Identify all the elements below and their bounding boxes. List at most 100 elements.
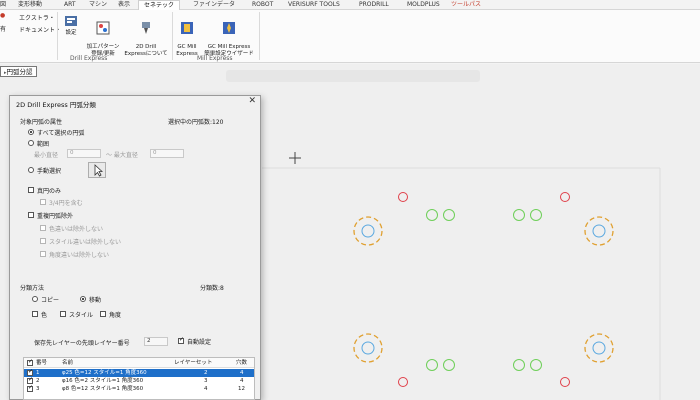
command-name: 円弧分認	[6, 68, 33, 76]
row-layer: 2	[204, 370, 208, 376]
chk-auto[interactable]	[178, 336, 184, 344]
radio-copy[interactable]	[32, 296, 38, 302]
manual-select-button[interactable]	[88, 162, 106, 178]
extra-menu[interactable]: エクストラ・	[19, 13, 55, 22]
radio-range[interactable]	[28, 140, 34, 146]
group-label-drill: Drill Express	[70, 55, 108, 62]
radio-move[interactable]	[80, 296, 86, 302]
row-checkbox[interactable]	[27, 384, 33, 392]
hole-circle	[426, 359, 438, 371]
close-icon[interactable]: ✕	[248, 96, 256, 106]
hole-circle	[398, 377, 408, 387]
ribbon-tab[interactable]: ROBOT	[252, 0, 273, 10]
separator	[259, 12, 260, 60]
document-menu[interactable]: ドキュメント・	[19, 25, 61, 34]
min-dia-field[interactable]: 0	[67, 149, 101, 158]
radio-manual-label: 手動選択	[37, 168, 62, 175]
pattern-register-button[interactable]: 加工パターン 登録/更新	[83, 14, 123, 58]
ribbon-tab[interactable]: ART	[64, 0, 76, 10]
row-name: φ16 色=2 スタイル=1 角度360	[62, 378, 144, 384]
hole-circle	[353, 333, 383, 363]
hole-circle	[353, 216, 383, 246]
ribbon-tab[interactable]: マシン	[89, 0, 107, 10]
ribbon-tab[interactable]: ツールパス	[451, 0, 481, 10]
chk-diff-angle[interactable]	[40, 251, 46, 257]
list-header: 番号 名前 レイヤーセット 穴数	[24, 358, 254, 368]
chk-select-all[interactable]	[27, 358, 33, 366]
layer-number-field[interactable]: 2	[144, 337, 168, 346]
hole-circle	[513, 359, 525, 371]
arc-classify-dialog: 2D Drill Express 円弧分類 ✕ 対象円弧の属性 選択中の円弧数:…	[9, 95, 261, 400]
chk-overlap-label: 重複円弧除外	[37, 213, 74, 220]
list-row[interactable]: 2 φ16 色=2 スタイル=1 角度360 3 4	[24, 376, 254, 385]
hole-circle	[443, 209, 455, 221]
chk-diff-color[interactable]	[40, 225, 46, 231]
radio-move-label: 移動	[89, 297, 102, 304]
drill-about-button[interactable]: 2D Drill Expressについて	[124, 14, 168, 58]
pointer-icon	[94, 164, 104, 177]
hole-circle	[584, 216, 614, 246]
chk-true-circle-label: 真円のみ	[37, 188, 62, 195]
ribbon-tab[interactable]: VERISURF TOOLS	[288, 0, 340, 10]
chk-three-quarter-label: 3/4円を含む	[49, 200, 83, 207]
hole-circle	[560, 192, 570, 202]
class-list[interactable]: 番号 名前 レイヤーセット 穴数 1 φ25 色=12 スタイル=1 角度360…	[23, 357, 255, 400]
chk-style-label: スタイル	[69, 312, 94, 319]
ribbon-tab[interactable]: PRODRILL	[359, 0, 389, 10]
chk-diff-style-label: スタイル違いは除外しない	[49, 239, 122, 246]
max-dia-field[interactable]: 0	[150, 149, 184, 158]
header-count: 穴数	[236, 360, 248, 366]
crosshair-icon	[289, 152, 301, 164]
hole-circle	[443, 359, 455, 371]
radio-range-label: 範囲	[37, 141, 50, 148]
list-row[interactable]: 1 φ25 色=12 スタイル=1 角度360 2 4	[24, 368, 254, 377]
mill-icon	[181, 22, 193, 34]
record-icon: ●	[0, 12, 6, 19]
settings-label: 設定	[65, 30, 77, 36]
row-no: 1	[36, 370, 40, 376]
ribbon-tab[interactable]: 変形移動	[18, 0, 42, 10]
row-count: 4	[240, 378, 244, 384]
group-label-mill: Mill Express	[197, 55, 233, 62]
chk-style[interactable]	[60, 311, 66, 317]
radio-all[interactable]	[28, 129, 34, 135]
section-target-label: 対象円弧の属性	[20, 119, 63, 126]
row-layer: 3	[204, 378, 208, 384]
hole-circle	[592, 224, 606, 238]
settings-button[interactable]: 設定	[60, 14, 82, 37]
row-no: 3	[36, 386, 40, 392]
ribbon-tab[interactable]: ファインデータ	[193, 0, 235, 10]
min-dia-label: 最小直径	[34, 152, 59, 159]
hole-circle	[530, 209, 542, 221]
chk-color[interactable]	[32, 311, 38, 317]
gc-mill-button[interactable]: GC Mill Express	[174, 14, 200, 58]
hole-circle	[513, 209, 525, 221]
chk-overlap[interactable]	[28, 212, 34, 218]
radio-manual[interactable]	[28, 167, 34, 173]
row-name: φ25 色=12 スタイル=1 角度360	[62, 370, 147, 376]
ribbon-tab[interactable]: 図	[0, 0, 6, 10]
selected-count: 選択中の円弧数:120	[168, 119, 224, 126]
separator	[57, 12, 58, 60]
row-count: 12	[238, 386, 245, 392]
gc-mill-wizard-button[interactable]: GC Mill Express 簡単設定ウイザード	[201, 14, 257, 58]
chk-three-quarter[interactable]	[40, 199, 46, 205]
ribbon-tab[interactable]: MOLDPLUS	[407, 0, 440, 10]
hole-circle	[530, 359, 542, 371]
max-dia-label: ～ 最大直径	[106, 152, 138, 159]
pattern-icon	[96, 21, 110, 35]
chk-auto-label: 自動設定	[187, 339, 212, 346]
chk-angle[interactable]	[100, 311, 106, 317]
chk-true-circle[interactable]	[28, 187, 34, 193]
settings-icon	[65, 16, 77, 26]
radio-copy-label: コピー	[41, 297, 60, 304]
list-row[interactable]: 3 φ8 色=12 スタイル=1 角度360 4 12	[24, 384, 254, 393]
drill-about-label: 2D Drill Expressについて	[124, 44, 168, 57]
class-count: 分類数:8	[200, 285, 224, 292]
row-count: 4	[240, 370, 244, 376]
chk-diff-style[interactable]	[40, 238, 46, 244]
ribbon-tab[interactable]: 表示	[118, 0, 130, 10]
hole-circle	[560, 377, 570, 387]
chk-diff-color-label: 色違いは除外しない	[49, 226, 104, 233]
tab-senetec[interactable]: セネテック	[138, 0, 181, 10]
